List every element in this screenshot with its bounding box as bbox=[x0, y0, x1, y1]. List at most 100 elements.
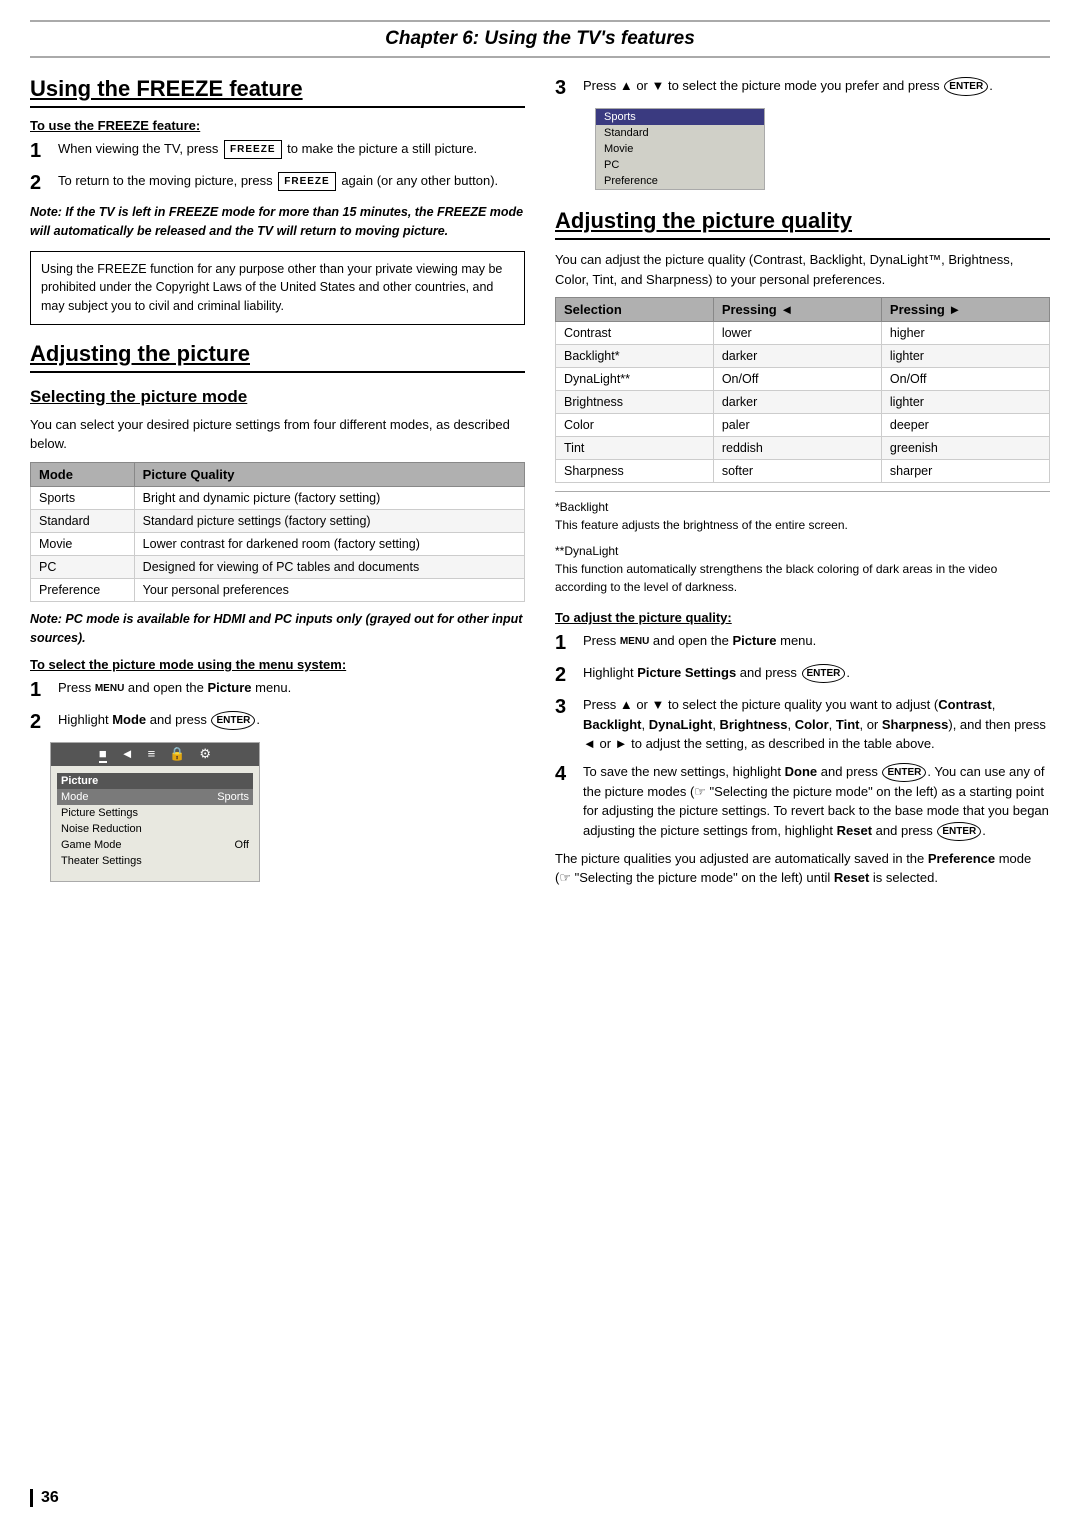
pm-sports: Sports bbox=[596, 109, 764, 125]
mode-label: Mode bbox=[112, 712, 146, 727]
freeze-section-title: Using the FREEZE feature bbox=[30, 76, 525, 108]
quality-table-cell: sharper bbox=[881, 460, 1049, 483]
reset-label-footer: Reset bbox=[834, 870, 869, 885]
mode-table-cell: Movie bbox=[31, 532, 135, 555]
mode-table-row: MovieLower contrast for darkened room (f… bbox=[31, 532, 525, 555]
enter-btn-adj4: ENTER bbox=[882, 763, 926, 782]
quality-table-cell: darker bbox=[713, 345, 881, 368]
freeze-step1b-text: to make the picture a still picture. bbox=[287, 141, 477, 156]
select-step-2: 2 Highlight Mode and press ENTER. bbox=[30, 710, 525, 734]
menu-icon-picture: ■ bbox=[99, 746, 107, 763]
quality-table-cell: paler bbox=[713, 414, 881, 437]
freeze-step-1: 1 When viewing the TV, press FREEZE to m… bbox=[30, 139, 525, 163]
dynalight-footnote-label: **DynaLight bbox=[555, 542, 1050, 560]
backlight-label: Backlight bbox=[583, 717, 642, 732]
menu-game-mode-row: Game Mode Off bbox=[57, 837, 253, 853]
mode-value: Sports bbox=[217, 791, 249, 803]
mode-table-row: StandardStandard picture settings (facto… bbox=[31, 509, 525, 532]
adjust-step-3-content: Press ▲ or ▼ to select the picture quali… bbox=[583, 695, 1050, 754]
quality-table-cell: higher bbox=[881, 322, 1049, 345]
quality-table-cell: DynaLight** bbox=[556, 368, 714, 391]
pm-movie: Movie bbox=[596, 141, 764, 157]
select-step-2-content: Highlight Mode and press ENTER. bbox=[58, 710, 525, 730]
quality-table-cell: Brightness bbox=[556, 391, 714, 414]
quality-table-cell: Tint bbox=[556, 437, 714, 460]
right-step-3-content: Press ▲ or ▼ to select the picture mode … bbox=[583, 76, 1050, 96]
step-number-2: 2 bbox=[30, 171, 52, 195]
mode-table-cell: Bright and dynamic picture (factory sett… bbox=[134, 486, 524, 509]
adjust-step-number-2: 2 bbox=[555, 663, 577, 687]
tint-label: Tint bbox=[836, 717, 860, 732]
pm-pc: PC bbox=[596, 157, 764, 173]
quality-table-cell: lighter bbox=[881, 345, 1049, 368]
menu-noise-reduction-row: Noise Reduction bbox=[57, 821, 253, 837]
menu-icon-lock: 🔒 bbox=[169, 746, 185, 763]
select-step-number-1: 1 bbox=[30, 678, 52, 702]
freeze-step-2-content: To return to the moving picture, press F… bbox=[58, 171, 525, 191]
freeze-step2-text: To return to the moving picture, press bbox=[58, 173, 273, 188]
quality-col-header: Picture Quality bbox=[134, 462, 524, 486]
freeze-step1-text: When viewing the TV, press bbox=[58, 141, 218, 156]
color-label: Color bbox=[795, 717, 829, 732]
right-step-number-3: 3 bbox=[555, 76, 577, 100]
mode-table-cell: Designed for viewing of PC tables and do… bbox=[134, 555, 524, 578]
mode-col-header: Mode bbox=[31, 462, 135, 486]
adjust-step-4: 4 To save the new settings, highlight Do… bbox=[555, 762, 1050, 841]
mode-table-cell: PC bbox=[31, 555, 135, 578]
dynalight-footnote: **DynaLight This function automatically … bbox=[555, 542, 1050, 596]
menu-icon-setup: ≡ bbox=[148, 746, 156, 763]
game-mode-value: Off bbox=[235, 839, 249, 851]
enter-btn-step3: ENTER bbox=[944, 77, 988, 96]
mode-table-row: PreferenceYour personal preferences bbox=[31, 578, 525, 601]
footnotes: *Backlight This feature adjusts the brig… bbox=[555, 491, 1050, 596]
mode-table-cell: Standard bbox=[31, 509, 135, 532]
quality-table-cell: Contrast bbox=[556, 322, 714, 345]
pressing-left-col-header: Pressing ◄ bbox=[713, 298, 881, 322]
menu-icon-adj1: MENU bbox=[620, 636, 649, 647]
to-select-label: To select the picture mode using the men… bbox=[30, 657, 525, 672]
selection-col-header: Selection bbox=[556, 298, 714, 322]
page-number: 36 bbox=[30, 1489, 59, 1507]
adjusting-quality-section: Adjusting the picture quality You can ad… bbox=[555, 208, 1050, 888]
adjust-footer: The picture qualities you adjusted are a… bbox=[555, 849, 1050, 888]
quality-table-row: Backlight*darkerlighter bbox=[556, 345, 1050, 368]
menu-icon: MENU bbox=[95, 683, 124, 694]
select-step-1: 1 Press MENU and open the Picture menu. bbox=[30, 678, 525, 702]
freeze-step-2: 2 To return to the moving picture, press… bbox=[30, 171, 525, 195]
adjust-step-number-1: 1 bbox=[555, 631, 577, 655]
contrast-label: Contrast bbox=[938, 697, 991, 712]
page: Chapter 6: Using the TV's features Using… bbox=[0, 0, 1080, 1527]
quality-table-row: Sharpnesssoftersharper bbox=[556, 460, 1050, 483]
quality-table-cell: deeper bbox=[881, 414, 1049, 437]
adjust-step-number-3: 3 bbox=[555, 695, 577, 719]
quality-table-cell: Color bbox=[556, 414, 714, 437]
adjust-step-1-content: Press MENU and open the Picture menu. bbox=[583, 631, 1050, 651]
quality-table-cell: Backlight* bbox=[556, 345, 714, 368]
to-adjust-label: To adjust the picture quality: bbox=[555, 610, 1050, 625]
adjust-step-2: 2 Highlight Picture Settings and press E… bbox=[555, 663, 1050, 687]
quality-table-cell: greenish bbox=[881, 437, 1049, 460]
chapter-header: Chapter 6: Using the TV's features bbox=[30, 20, 1050, 58]
sharpness-label: Sharpness bbox=[882, 717, 948, 732]
quality-table-row: Tintreddishgreenish bbox=[556, 437, 1050, 460]
menu-theater-settings-row: Theater Settings bbox=[57, 853, 253, 869]
adjusting-picture-title: Adjusting the picture bbox=[30, 341, 525, 373]
select-step-number-2: 2 bbox=[30, 710, 52, 734]
enter-button-icon: ENTER bbox=[211, 711, 255, 730]
freeze-button-icon-2: FREEZE bbox=[278, 172, 335, 191]
right-column: 3 Press ▲ or ▼ to select the picture mod… bbox=[555, 76, 1050, 896]
adjust-step-3: 3 Press ▲ or ▼ to select the picture qua… bbox=[555, 695, 1050, 754]
adjusting-quality-title: Adjusting the picture quality bbox=[555, 208, 1050, 240]
step-number-1: 1 bbox=[30, 139, 52, 163]
to-use-freeze-label: To use the FREEZE feature: bbox=[30, 118, 525, 133]
quality-table-cell: On/Off bbox=[881, 368, 1049, 391]
enter-btn-adj2: ENTER bbox=[802, 664, 846, 683]
picture-settings-label: Picture Settings bbox=[637, 665, 736, 680]
done-label: Done bbox=[785, 764, 818, 779]
adjusting-quality-body: You can adjust the picture quality (Cont… bbox=[555, 250, 1050, 289]
menu-header-row: Picture bbox=[57, 773, 253, 789]
reset-label: Reset bbox=[837, 823, 872, 838]
picture-menu-label-adj: Picture bbox=[732, 633, 776, 648]
menu-picture-settings-row: Picture Settings bbox=[57, 805, 253, 821]
quality-table-cell: On/Off bbox=[713, 368, 881, 391]
